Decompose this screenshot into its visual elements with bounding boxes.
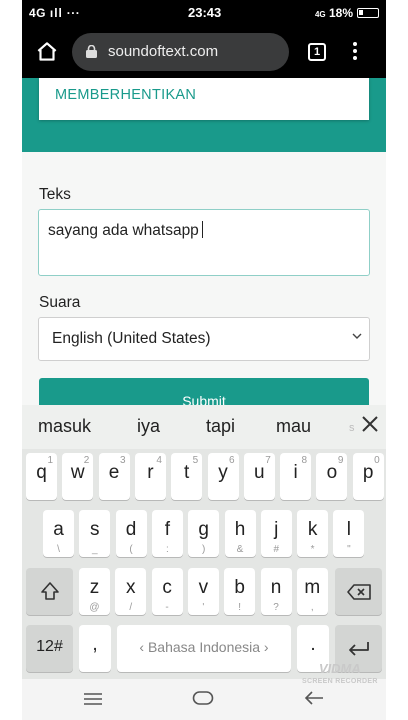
home-icon: [37, 42, 57, 61]
more-vert-icon[interactable]: [352, 42, 358, 62]
voice-select[interactable]: English (United States): [38, 317, 370, 361]
space-key[interactable]: ‹ Bahasa Indonesia ›: [117, 625, 291, 672]
key-z[interactable]: z @: [79, 568, 110, 615]
key-c[interactable]: c-: [151, 568, 183, 615]
url-text: soundoftext.com: [108, 43, 219, 60]
key-m[interactable]: m,: [296, 568, 328, 615]
address-bar[interactable]: soundoftext.com: [72, 33, 289, 71]
key-h[interactable]: h &: [224, 510, 256, 557]
browser-toolbar: soundoftext.com 1: [22, 26, 386, 78]
key-v[interactable]: v ': [187, 568, 219, 615]
battery-icon: [357, 8, 379, 18]
menu-icon[interactable]: [83, 692, 103, 706]
close-icon[interactable]: [361, 415, 379, 437]
tabs-button[interactable]: 1: [308, 43, 326, 61]
lock-icon: [86, 45, 97, 58]
shift-icon: [40, 582, 59, 600]
key-j[interactable]: j #: [260, 510, 292, 557]
suggestion-item[interactable]: tapi: [206, 416, 235, 437]
shift-key[interactable]: [26, 568, 73, 615]
suggestion-item[interactable]: masuk: [38, 416, 91, 437]
home-button[interactable]: [34, 39, 60, 65]
key-s[interactable]: s _: [79, 510, 111, 557]
key-e[interactable]: e3: [98, 453, 130, 500]
key-i[interactable]: i8: [280, 453, 312, 500]
key-y[interactable]: y6: [207, 453, 239, 500]
back-icon[interactable]: [304, 690, 324, 706]
suggestion-bar: masuk iya tapi mau s: [22, 405, 386, 449]
recorder-watermark: VIDMA SCREEN RECORDER: [302, 661, 378, 685]
key-a[interactable]: a \: [43, 510, 74, 557]
key-f[interactable]: f:: [151, 510, 183, 557]
key-p[interactable]: p0: [352, 453, 384, 500]
home-pill-icon[interactable]: [192, 690, 214, 706]
suggestion-item[interactable]: iya: [137, 416, 160, 437]
symbols-key[interactable]: 12#: [26, 625, 73, 672]
backspace-icon: [346, 584, 371, 600]
key-r[interactable]: r4: [134, 453, 166, 500]
tabs-icon: 1: [313, 46, 321, 58]
comma-key[interactable]: ,: [79, 625, 111, 672]
text-label: Teks: [39, 186, 71, 203]
clock: 23:43: [188, 5, 222, 20]
key-t[interactable]: t5: [171, 453, 203, 500]
key-o[interactable]: o9: [316, 453, 348, 500]
key-w[interactable]: w2: [62, 453, 94, 500]
voice-label: Suara: [39, 294, 81, 311]
chevron-down-icon: [351, 318, 363, 360]
suggestion-item[interactable]: s: [349, 422, 355, 434]
text-input[interactable]: sayang ada whatsapp: [38, 209, 370, 276]
enter-icon: [348, 642, 369, 656]
key-q[interactable]: q1: [26, 453, 57, 500]
key-d[interactable]: d(: [115, 510, 147, 557]
key-x[interactable]: x /: [115, 568, 147, 615]
stop-button[interactable]: MEMBERHENTIKAN: [39, 78, 369, 120]
backspace-key[interactable]: [335, 568, 382, 615]
status-bar: 4G ıll ··· 23:43 4G 18%: [22, 0, 386, 26]
text-caret: [201, 221, 204, 238]
network-indicator: 4G ıll ···: [29, 6, 81, 20]
onscreen-keyboard: masuk iya tapi mau s 12# , ‹ Bahasa Indo…: [22, 405, 386, 679]
key-b[interactable]: b!: [224, 568, 256, 615]
key-u[interactable]: u7: [243, 453, 275, 500]
key-k[interactable]: k *: [297, 510, 329, 557]
suggestion-item[interactable]: mau: [276, 416, 311, 437]
key-l[interactable]: l ": [333, 510, 365, 557]
key-g[interactable]: g): [188, 510, 220, 557]
battery-indicator: 4G 18%: [315, 6, 379, 20]
key-n[interactable]: n?: [260, 568, 292, 615]
